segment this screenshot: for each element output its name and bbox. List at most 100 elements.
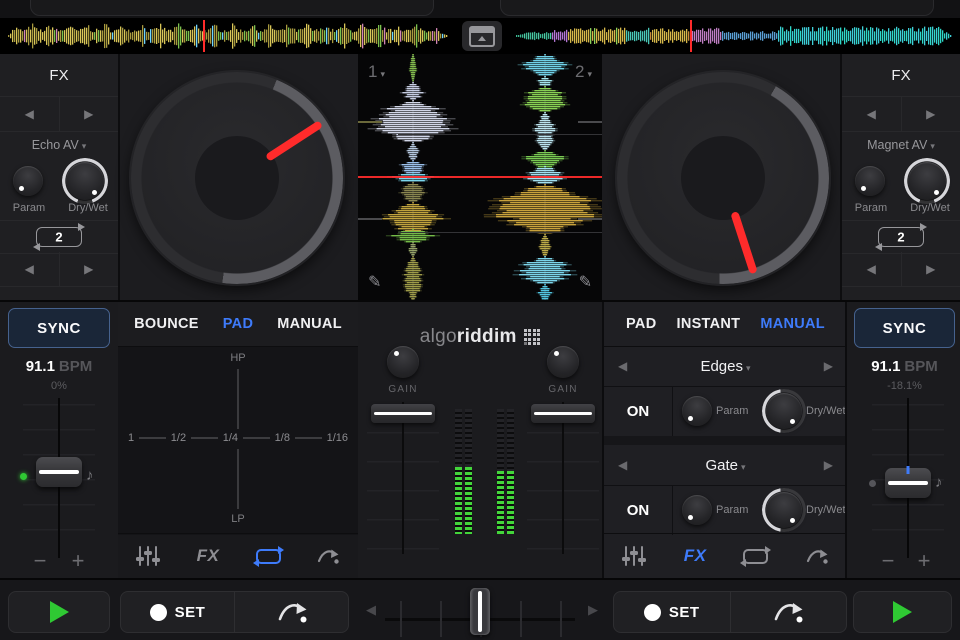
deck2-edit-grid-icon[interactable]: ✎ xyxy=(579,272,592,292)
tab-pad-right[interactable]: PAD xyxy=(626,316,656,332)
deck2-set-cue-button[interactable]: SET xyxy=(614,592,730,632)
channel2-volume-fader[interactable] xyxy=(527,402,599,554)
deck2-pitch-handle[interactable] xyxy=(885,466,931,498)
deck2-bpm: 91.1 BPM xyxy=(871,358,938,375)
crossfader-tick xyxy=(560,601,562,637)
library-eject-button[interactable] xyxy=(462,21,502,51)
slot1-next-button[interactable]: ▶ xyxy=(824,359,833,373)
key-lock-note-icon[interactable]: ♪ xyxy=(935,474,943,491)
deck1-fx-title: FX xyxy=(0,56,118,97)
slot1-on-button[interactable]: ON xyxy=(604,386,673,436)
deck1-fx-select[interactable]: Echo AV ▾ xyxy=(0,138,118,152)
loop-tool-button[interactable] xyxy=(736,541,776,571)
deck1-sync-button[interactable]: SYNC xyxy=(8,308,110,348)
djay-app: FX ◀ ▶ Echo AV ▾ Param Dry/Wet 2 ◀ ▶ 1 ▾… xyxy=(0,0,960,640)
deck1-pitch-minus-button[interactable]: − xyxy=(27,548,53,574)
slot2-effect-select[interactable]: Gate ▾ xyxy=(604,457,847,474)
slot2-prev-button[interactable]: ◀ xyxy=(618,458,627,472)
channel1-vu-meter xyxy=(465,409,472,534)
slot2-drywet-knob[interactable] xyxy=(762,488,806,532)
deck2-loop-halve-button[interactable]: ◀ xyxy=(842,252,902,286)
deck1-pitch-plus-button[interactable]: + xyxy=(65,548,91,574)
channel1-fader-handle[interactable] xyxy=(371,404,435,423)
mixer-tool-button[interactable] xyxy=(614,541,654,571)
tab-pad[interactable]: PAD xyxy=(223,316,253,332)
deck2-number-menu[interactable]: 2 ▾ xyxy=(575,62,592,82)
bounce-tool-button[interactable] xyxy=(797,541,837,571)
deck1-fx-drywet-label: Dry/Wet xyxy=(68,202,108,214)
bounce-xy-pad[interactable]: HP 1 1/2 1/4 1/8 1/16 LP xyxy=(118,347,358,535)
fx-tool-button[interactable]: FX xyxy=(675,541,715,571)
slot2-on-button[interactable]: ON xyxy=(604,485,673,535)
fx-slot2-body: ON Param Dry/Wet xyxy=(604,485,847,535)
mixer-tool-button[interactable] xyxy=(128,541,168,571)
deck1-fx-param-knob[interactable] xyxy=(13,166,43,196)
deck2-fx-panel: FX ◀ ▶ Magnet AV ▾ Param Dry/Wet 2 ◀ ▶ xyxy=(840,54,960,300)
deck2-loop-button[interactable]: 2 xyxy=(842,220,960,254)
deck2-fx-title: FX xyxy=(842,56,960,97)
slot2-param-knob[interactable] xyxy=(682,495,712,525)
deck2-fx-next-button[interactable]: ▶ xyxy=(902,97,960,131)
deck1-pitch-fader[interactable]: ♪ xyxy=(0,398,118,558)
slot2-next-button[interactable]: ▶ xyxy=(824,458,833,472)
channel2-fader-handle[interactable] xyxy=(531,404,595,423)
beat-waveform-display[interactable]: 1 ▾ 2 ▾ ✎ ✎ xyxy=(358,54,602,300)
deck1-censor-button[interactable] xyxy=(234,592,348,632)
beatgrid-line xyxy=(398,134,602,135)
deck2-fx-param-knob[interactable] xyxy=(855,166,885,196)
channel1-gain-label: GAIN xyxy=(388,384,418,395)
deck1-fx-next-button[interactable]: ▶ xyxy=(60,97,119,131)
deck1-overview-playhead xyxy=(203,20,205,52)
deck1-edit-grid-icon[interactable]: ✎ xyxy=(368,272,381,292)
deck2-overview-playhead xyxy=(690,20,692,52)
deck1-title-tab xyxy=(30,0,434,16)
slot-divider xyxy=(604,436,847,445)
deck2-loop-double-button[interactable]: ▶ xyxy=(902,252,960,286)
slot1-drywet-knob[interactable] xyxy=(762,389,806,433)
channel1-volume-fader[interactable] xyxy=(367,402,439,554)
deck1-jog-wheel[interactable] xyxy=(129,70,345,286)
slot1-param-knob[interactable] xyxy=(682,396,712,426)
deck2-sync-panel: SYNC 91.1 BPM -18.1% ♪ − + xyxy=(845,302,960,578)
deck1-play-button[interactable] xyxy=(8,591,110,633)
deck2-overview-waveform[interactable] xyxy=(516,22,952,50)
deck2-fx-prev-button[interactable]: ◀ xyxy=(842,97,902,131)
beat-tick-label: 1 xyxy=(128,432,135,444)
deck1-number-menu[interactable]: 1 ▾ xyxy=(368,62,385,82)
deck1-fx-drywet-knob[interactable] xyxy=(62,158,108,204)
channel2-gain-knob[interactable] xyxy=(547,346,579,378)
crossfader-handle[interactable] xyxy=(470,588,490,635)
deck1-pitch-handle[interactable] xyxy=(36,457,82,487)
deck1-loop-button[interactable]: 2 xyxy=(0,220,118,254)
tab-instant[interactable]: INSTANT xyxy=(676,316,740,332)
deck1-fx-prev-button[interactable]: ◀ xyxy=(0,97,60,131)
slot1-prev-button[interactable]: ◀ xyxy=(618,359,627,373)
deck2-pitch-plus-button[interactable]: + xyxy=(911,548,937,574)
deck2-fx-drywet-knob[interactable] xyxy=(904,158,950,204)
fx-tool-button[interactable]: FX xyxy=(188,541,228,571)
deck2-key-dot xyxy=(869,480,876,487)
slot2-drywet-label: Dry/Wet xyxy=(806,504,846,516)
deck2-sync-button[interactable]: SYNC xyxy=(854,308,955,348)
tab-bounce[interactable]: BOUNCE xyxy=(134,316,199,332)
deck1-set-cue-button[interactable]: SET xyxy=(121,592,234,632)
deck2-mode-tabs: PAD INSTANT MANUAL xyxy=(604,302,847,347)
bounce-tool-button[interactable] xyxy=(308,541,348,571)
deck2-jog-wheel[interactable] xyxy=(615,70,831,286)
slot1-effect-select[interactable]: Edges ▾ xyxy=(604,358,847,375)
deck2-play-button[interactable] xyxy=(853,591,952,633)
deck2-fx-select[interactable]: Magnet AV ▾ xyxy=(842,138,960,152)
deck2-censor-button[interactable] xyxy=(729,592,847,632)
deck2-pitch-fader[interactable]: ♪ xyxy=(847,398,960,558)
channel1-gain-knob[interactable] xyxy=(387,346,419,378)
slot1-param-label: Param xyxy=(716,405,749,417)
deck2-pitch-minus-button[interactable]: − xyxy=(875,548,901,574)
deck1-loop-double-button[interactable]: ▶ xyxy=(60,252,119,286)
deck2-tool-row: FX xyxy=(604,533,847,578)
key-lock-note-icon[interactable]: ♪ xyxy=(86,467,94,484)
deck1-loop-halve-button[interactable]: ◀ xyxy=(0,252,60,286)
tab-manual-right[interactable]: MANUAL xyxy=(760,316,825,332)
tab-manual[interactable]: MANUAL xyxy=(277,316,342,332)
deck1-overview-waveform[interactable] xyxy=(8,22,448,50)
loop-tool-button[interactable] xyxy=(248,541,288,571)
